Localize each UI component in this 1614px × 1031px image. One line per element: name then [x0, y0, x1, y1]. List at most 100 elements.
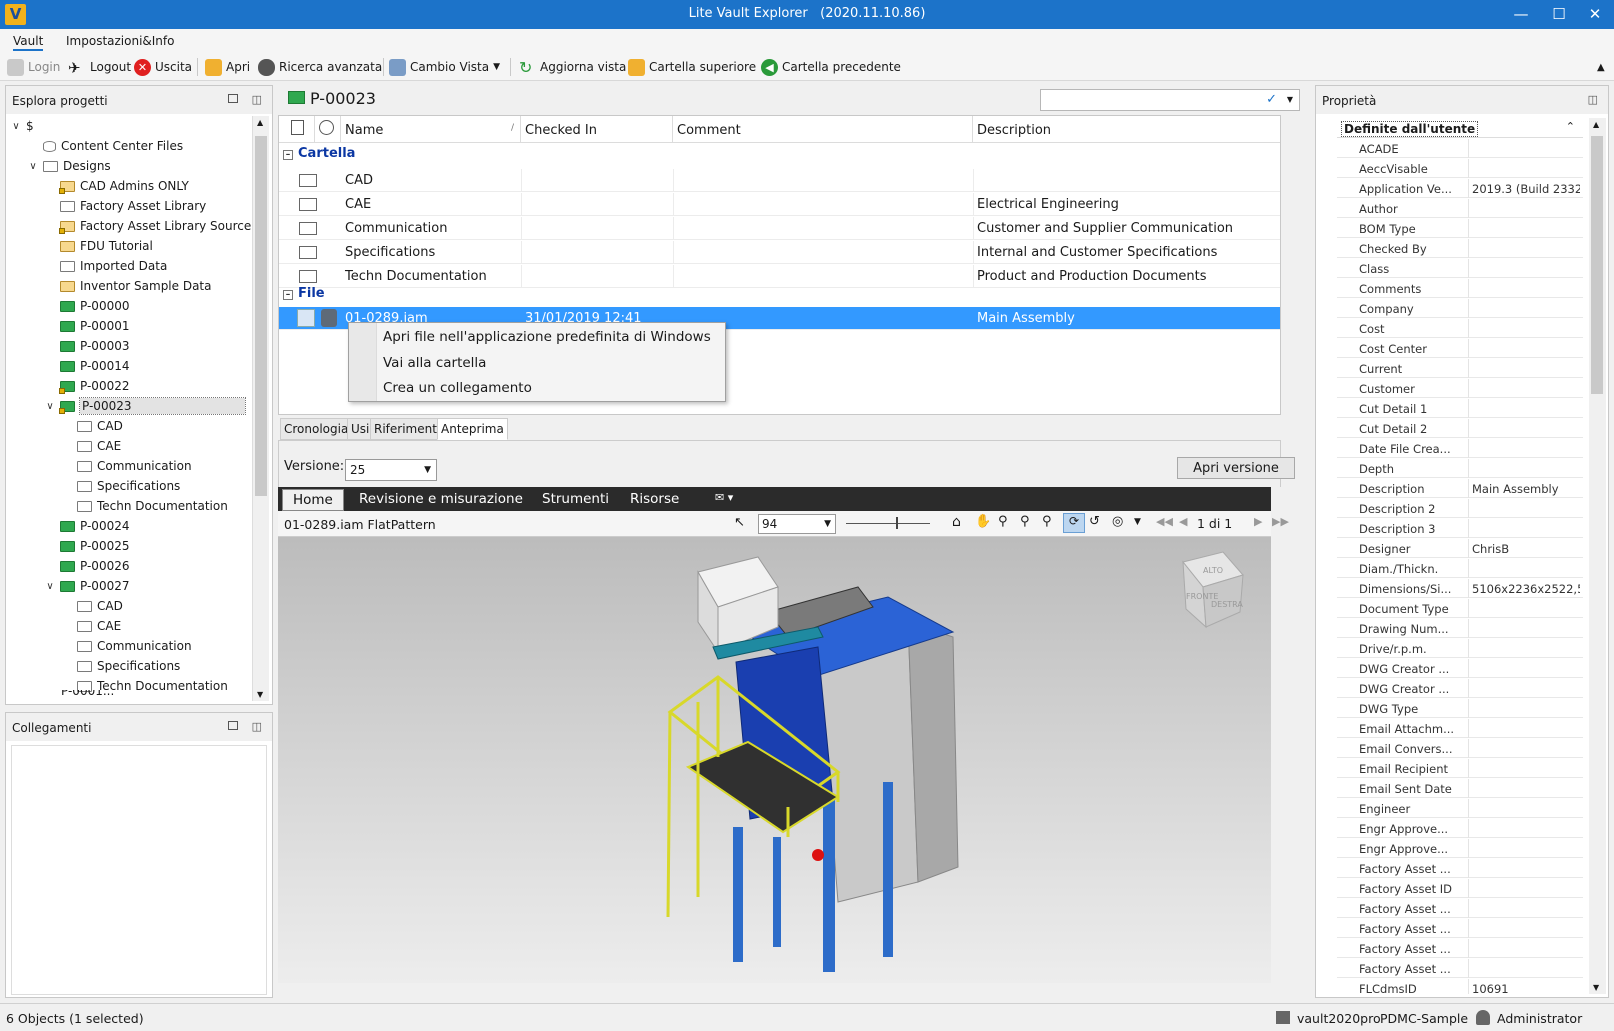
property-row[interactable]: Customer — [1337, 379, 1583, 398]
zoom-input[interactable]: 94 ▼ — [758, 514, 836, 534]
property-row[interactable]: Description Main Assembly — [1337, 479, 1583, 498]
tree-item[interactable]: ∨ Designs — [27, 156, 110, 176]
property-row[interactable]: Document Type — [1337, 599, 1583, 618]
property-value[interactable]: 2019.3 (Build 23327... — [1472, 182, 1580, 196]
orbit-icon[interactable]: ⟳ — [1063, 513, 1085, 533]
tab-preview[interactable]: Anteprima — [437, 418, 508, 440]
property-row[interactable]: Drawing Num... — [1337, 619, 1583, 638]
property-row[interactable]: Description 3 — [1337, 519, 1583, 538]
tree-root[interactable]: ∨ $ — [10, 116, 33, 136]
viewer-tab-review[interactable]: Revisione e misurazione — [359, 491, 523, 507]
close-icon[interactable]: ✕ — [1576, 0, 1614, 29]
tree-item[interactable]: P-00014 — [44, 356, 129, 376]
file-type-column-icon[interactable] — [279, 116, 315, 142]
rotate-icon[interactable]: ↺ — [1089, 514, 1100, 529]
search-combo[interactable]: ✓ ▼ — [1040, 89, 1300, 111]
menu-open-default-app[interactable]: Apri file nell'applicazione predefinita … — [383, 329, 711, 345]
property-row[interactable]: Cost Center — [1337, 339, 1583, 358]
tab-references[interactable]: Riferimenti — [370, 418, 445, 440]
table-row[interactable]: Techn Documentation Product and Productio… — [279, 265, 1280, 288]
property-row[interactable]: Factory Asset ... — [1337, 919, 1583, 938]
pin-icon[interactable]: ◫ — [252, 93, 262, 106]
last-page-icon[interactable]: ▶▶ — [1272, 515, 1289, 528]
tree-item[interactable]: CAE — [61, 616, 121, 636]
tree-item[interactable]: Communication — [61, 456, 192, 476]
zoom-slider[interactable] — [846, 523, 930, 524]
property-row[interactable]: BOM Type — [1337, 219, 1583, 238]
tree-item[interactable]: P-00001 — [44, 316, 129, 336]
property-group-header[interactable]: Definite dall'utente ⌃ — [1337, 118, 1583, 138]
3d-viewport[interactable]: ALTO FRONTE DESTRA — [278, 537, 1271, 983]
viewer-tab-tools[interactable]: Strumenti — [542, 491, 609, 507]
tree-item[interactable]: P-00003 — [44, 336, 129, 356]
tree-item[interactable]: P-00025 — [44, 536, 129, 556]
property-row[interactable]: Dimensions/Si... 5106x2236x2522,5 ... — [1337, 579, 1583, 598]
tree-item[interactable]: Specifications — [61, 476, 180, 496]
table-row[interactable]: Communication Customer and Supplier Commu… — [279, 217, 1280, 240]
column-comment[interactable]: Comment — [673, 116, 973, 142]
tree-item[interactable]: CAD — [61, 596, 123, 616]
property-row[interactable]: Drive/r.p.m. — [1337, 639, 1583, 658]
next-page-icon[interactable]: ▶ — [1254, 515, 1262, 528]
menu-create-link[interactable]: Crea un collegamento — [383, 380, 532, 396]
fit-icon[interactable]: ⚲ — [1042, 514, 1052, 529]
property-row[interactable]: Factory Asset ... — [1337, 899, 1583, 918]
property-row[interactable]: Email Attachm... — [1337, 719, 1583, 738]
property-row[interactable]: Factory Asset ... — [1337, 859, 1583, 878]
chevron-down-icon[interactable]: ∨ — [27, 161, 39, 172]
status-column-icon[interactable] — [315, 116, 341, 142]
viewer-tab-resources[interactable]: Risorse — [630, 491, 679, 507]
zoom-icon[interactable]: ⚲ — [998, 514, 1008, 529]
pin-icon[interactable]: ◫ — [1588, 93, 1598, 106]
chevron-down-icon[interactable]: ∨ — [44, 581, 56, 592]
tree-item[interactable]: P-00026 — [44, 556, 129, 576]
property-row[interactable]: Email Convers... — [1337, 739, 1583, 758]
tree-item[interactable]: FDU Tutorial — [44, 236, 153, 256]
property-row[interactable]: Factory Asset ID — [1337, 879, 1583, 898]
tree-item[interactable]: P-00024 — [44, 516, 129, 536]
version-select[interactable]: 25 ▼ — [345, 459, 437, 481]
property-row[interactable]: Checked By — [1337, 239, 1583, 258]
change-view-dropdown[interactable]: Cambio Vista ▼ — [389, 58, 500, 76]
comment-dropdown-icon[interactable]: ✉ ▾ — [715, 491, 733, 504]
viewer-tab-home[interactable]: Home — [282, 489, 344, 511]
column-checked-in[interactable]: Checked In — [521, 116, 673, 142]
steering-wheel-icon[interactable]: ◎ — [1112, 514, 1123, 529]
property-row[interactable]: ACADE — [1337, 139, 1583, 158]
pointer-icon[interactable]: ↖ — [734, 515, 745, 530]
scroll-down-icon[interactable]: ▼ — [257, 690, 263, 699]
menu-vault[interactable]: Vault — [13, 34, 44, 51]
property-row[interactable]: Factory Asset ... — [1337, 959, 1583, 978]
tree-item[interactable]: CAD Admins ONLY — [44, 176, 189, 196]
scroll-up-icon[interactable]: ▲ — [257, 118, 263, 127]
chevron-down-icon[interactable]: ▼ — [1134, 517, 1141, 527]
exit-button[interactable]: ✕ Uscita — [134, 58, 192, 76]
property-row[interactable]: Company — [1337, 299, 1583, 318]
chevron-down-icon[interactable]: ▼ — [1287, 95, 1293, 104]
parent-folder-button[interactable]: Cartella superiore — [628, 58, 756, 76]
minimize-icon[interactable]: — — [1502, 0, 1540, 29]
links-list[interactable] — [11, 745, 267, 995]
zoom-window-icon[interactable]: ⚲ — [1020, 514, 1030, 529]
refresh-view-button[interactable]: ↻ Aggiorna vista — [519, 58, 626, 76]
tab-history[interactable]: Cronologia — [280, 418, 353, 440]
pin-icon[interactable]: ◫ — [252, 720, 262, 733]
property-row[interactable]: Comments — [1337, 279, 1583, 298]
tree-item[interactable]: P-00000 — [44, 296, 129, 316]
property-value[interactable]: 5106x2236x2522,5 ... — [1472, 582, 1580, 596]
maximize-icon[interactable]: ☐ — [1540, 0, 1578, 29]
scroll-up-icon[interactable]: ▲ — [1593, 120, 1599, 129]
tree-item[interactable]: Techn Documentation — [61, 496, 228, 516]
property-row[interactable]: Current — [1337, 359, 1583, 378]
property-value[interactable]: Main Assembly — [1472, 482, 1580, 496]
advanced-search-button[interactable]: Ricerca avanzata — [258, 58, 382, 76]
login-button[interactable]: Login — [7, 58, 60, 76]
collapse-ribbon-icon[interactable]: ▲ — [1597, 58, 1605, 76]
property-row[interactable]: Cut Detail 2 — [1337, 419, 1583, 438]
view-cube-top[interactable]: ALTO — [1203, 566, 1223, 575]
property-row[interactable]: FLCdmsID 10691 — [1337, 979, 1583, 994]
property-row[interactable]: Designer ChrisB — [1337, 539, 1583, 558]
property-row[interactable]: Factory Asset ... — [1337, 939, 1583, 958]
view-cube[interactable]: ALTO FRONTE DESTRA — [1182, 551, 1244, 629]
tree-item[interactable]: ∨ P-00027 — [44, 576, 129, 596]
